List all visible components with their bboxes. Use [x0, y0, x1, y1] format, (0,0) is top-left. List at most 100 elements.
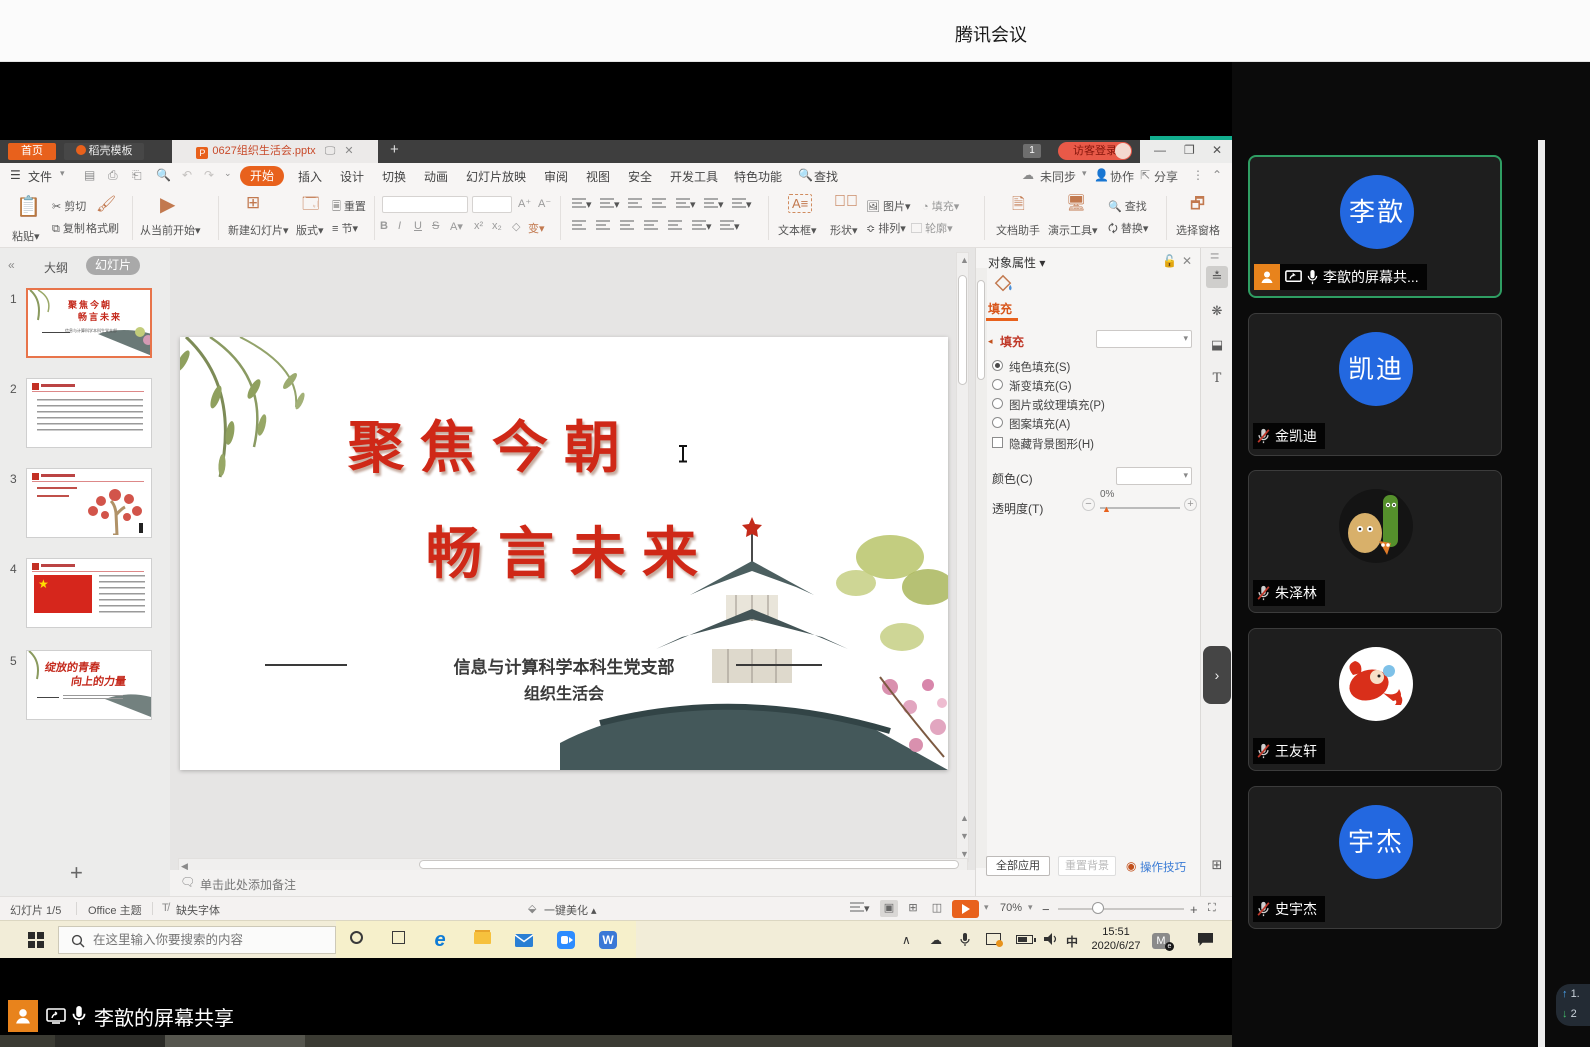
redo-icon[interactable]: ↷ [204, 168, 214, 182]
numbering-icon[interactable]: ▾ [720, 220, 740, 233]
transparency-plus[interactable]: + [1184, 498, 1197, 511]
horizontal-scroll-thumb[interactable] [419, 860, 959, 869]
next-slide-icon[interactable]: ▼ [960, 831, 969, 841]
section-button[interactable]: ≡ 节▾ [332, 220, 358, 236]
picture-fill-radio[interactable] [992, 398, 1003, 409]
normal-view-icon[interactable]: ▣ [880, 900, 898, 917]
menu-tab-features[interactable]: 特色功能 [734, 168, 782, 185]
zoom-slider-handle[interactable] [1092, 902, 1104, 914]
task-view-icon[interactable] [386, 928, 410, 952]
missing-font-label[interactable]: 缺失字体 [176, 902, 220, 918]
distribute-icon[interactable] [668, 220, 682, 233]
participant-tile-shiyujie[interactable]: 宇杰 史宇杰 [1248, 786, 1502, 929]
hamburger-icon[interactable]: ☰ [10, 168, 21, 182]
participant-tile-zhuzelin[interactable]: 朱泽林 [1248, 470, 1502, 613]
zoom-caret[interactable]: ▾ [1028, 902, 1033, 913]
notes-bar[interactable]: 🗨 单击此处添加备注 [170, 870, 975, 896]
theme-name[interactable]: Office 主题 [88, 902, 142, 918]
selection-pane-icon[interactable]: 🗗 [1190, 193, 1205, 220]
prev-slide-icon[interactable]: ▲ [960, 813, 969, 823]
collapse-ribbon-icon[interactable]: ⌃ [1212, 168, 1222, 182]
new-tab-button[interactable]: + [390, 141, 399, 158]
slideshow-play-button[interactable] [952, 900, 979, 918]
tray-meeting-app-icon[interactable]: Me [1152, 933, 1170, 949]
participant-tile-lixin[interactable]: 李歆 李歆的屏幕共... [1248, 155, 1502, 298]
gradient-fill-radio[interactable] [992, 379, 1003, 390]
notes-placeholder[interactable]: 单击此处添加备注 [200, 876, 296, 893]
replace-button[interactable]: 🗘 替换▾ [1108, 220, 1148, 239]
sync-status[interactable]: 未同步 [1040, 168, 1076, 185]
transparency-handle[interactable]: ▲ [1102, 504, 1111, 514]
apply-all-button[interactable]: 全部应用 [986, 856, 1050, 876]
bullet-list-icon[interactable]: ▾ [572, 198, 592, 211]
layout-button[interactable]: 版式▾ [296, 222, 324, 238]
zoom-in-button[interactable]: + [1190, 902, 1198, 917]
cortana-icon[interactable] [344, 928, 368, 952]
collapse-panel-icon[interactable]: « [8, 258, 15, 272]
picture-fill-label[interactable]: 图片或纹理填充(P) [1009, 397, 1105, 413]
menu-tab-start[interactable]: 开始 [240, 166, 284, 186]
slide-thumbnail-5[interactable]: 绽放的青春 向上的力量 [26, 650, 152, 720]
action-center-icon[interactable] [1198, 933, 1213, 949]
align-left-icon[interactable] [572, 220, 586, 233]
slide-thumbnail-2[interactable] [26, 378, 152, 448]
props-scroll-thumb[interactable] [977, 280, 985, 380]
paste-button[interactable]: 粘贴▾ [12, 228, 40, 244]
vertical-scroll-thumb[interactable] [958, 275, 967, 385]
slide-title-line2[interactable]: 畅言未来 [426, 509, 714, 590]
font-color-icon[interactable]: A▾ [450, 220, 463, 233]
font-name-select[interactable] [382, 196, 468, 213]
transparency-track[interactable] [1100, 507, 1180, 509]
more-menu-icon[interactable]: ⋮ [1192, 168, 1204, 182]
menu-tab-insert[interactable]: 插入 [298, 168, 322, 185]
text-direction-icon[interactable]: ▾ [676, 198, 696, 211]
collab-icon[interactable]: 👤 [1094, 168, 1109, 182]
collab-button[interactable]: 协作 [1110, 168, 1134, 185]
fill-button[interactable]: ◔ 填充▾ [922, 198, 959, 214]
cut-button[interactable]: ✂ 剪切 [52, 198, 86, 214]
format-painter-button[interactable]: 格式刷 [86, 220, 119, 236]
slide-thumbnail-3[interactable] [26, 468, 152, 538]
animation-strip-icon[interactable]: ⬓ [1206, 334, 1228, 356]
properties-strip-icon[interactable]: ≛ [1206, 266, 1228, 288]
font-increase-icon[interactable]: A⁺ [518, 197, 531, 210]
tab-document[interactable]: P0627组织生活会.pptx 🖵 ✕ [172, 140, 378, 163]
restore-button[interactable]: ❐ [1184, 143, 1195, 157]
tray-ime-indicator[interactable]: 中 [1066, 933, 1078, 950]
outline-button[interactable]: ⃞ 轮廓▾ [922, 220, 953, 236]
slide-title-line1[interactable]: 聚焦今朝 [348, 403, 636, 484]
pin-panel-icon[interactable]: 🔓 [1162, 254, 1177, 268]
tray-expand-icon[interactable]: ∧ [902, 933, 911, 947]
preview-icon[interactable]: 🔍 [156, 168, 171, 182]
subscript-icon[interactable]: x₂ [492, 220, 502, 232]
tray-clock[interactable]: 15:51 2020/6/27 [1088, 925, 1144, 953]
tray-cloud-icon[interactable]: ☁ [930, 933, 942, 947]
line-spacing-icon[interactable]: ▾ [704, 198, 724, 211]
slide-thumbnail-4[interactable]: ★ [26, 558, 152, 628]
clear-format-icon[interactable]: ◇ [512, 220, 520, 233]
vertical-scrollbar[interactable]: ▲ ▲ ▼ ▼ [956, 252, 969, 862]
close-tab-icon[interactable]: ✕ [344, 145, 353, 157]
present-tools-button[interactable]: 演示工具▾ [1048, 222, 1098, 238]
transparency-minus[interactable]: − [1082, 498, 1095, 511]
tray-volume-icon[interactable] [1044, 933, 1058, 945]
tips-link[interactable]: 操作技巧 [1140, 859, 1186, 875]
edge-icon[interactable]: e [428, 928, 452, 952]
participant-tile-wangyouxuan[interactable]: 王友轩 [1248, 628, 1502, 771]
export-icon[interactable]: ⎗ [132, 168, 142, 183]
present-tools-icon[interactable]: 🖥 [1066, 193, 1086, 213]
font-decrease-icon[interactable]: A⁻ [538, 197, 551, 210]
share-button[interactable]: 分享 [1154, 168, 1178, 185]
undo-icon[interactable]: ↶ [182, 168, 192, 182]
new-slide-button[interactable]: 新建幻灯片▾ [228, 222, 289, 238]
add-slide-button[interactable]: + [70, 860, 83, 886]
solid-fill-radio[interactable] [992, 360, 1003, 371]
wps-icon[interactable]: W [596, 928, 620, 952]
hide-bg-label[interactable]: 隐藏背景图形(H) [1009, 436, 1094, 452]
fit-slide-icon[interactable]: ⛶ [1208, 902, 1216, 915]
guest-login-button[interactable]: 访客登录 [1058, 142, 1132, 160]
hide-bg-checkbox[interactable] [992, 437, 1003, 448]
pin-tab-icon[interactable]: 🖵 [325, 145, 336, 157]
reset-button[interactable]: 🗏 重置 [332, 198, 366, 217]
tencent-meeting-icon[interactable] [554, 928, 578, 952]
